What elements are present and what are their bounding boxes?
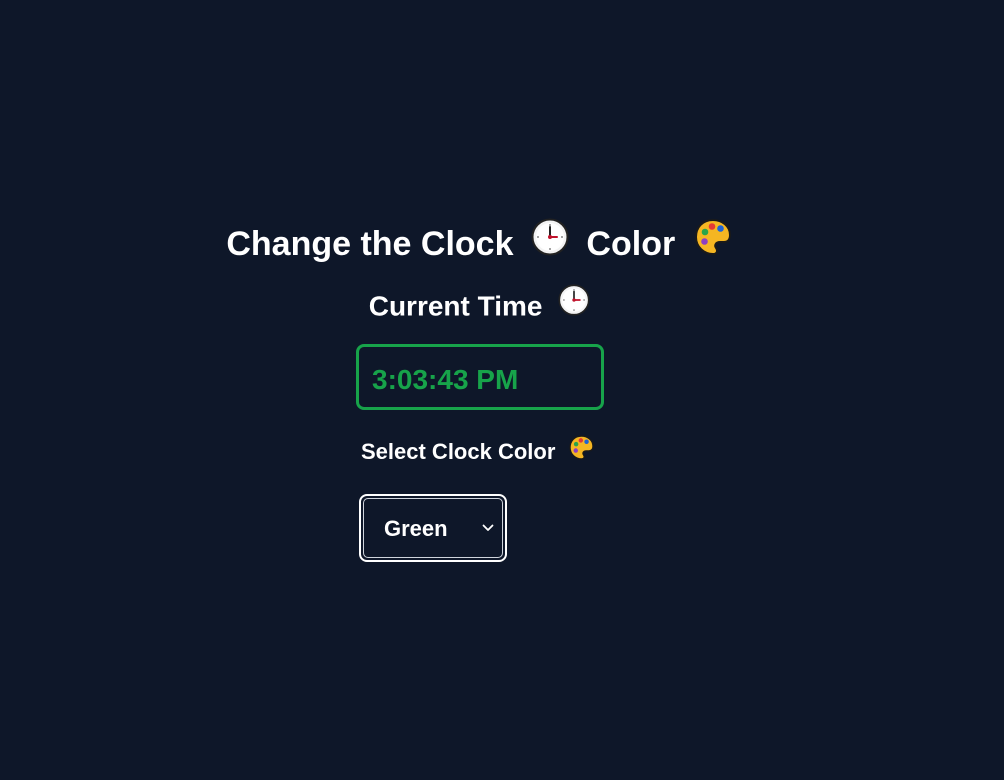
palette-icon — [568, 434, 595, 468]
clock-icon — [531, 218, 569, 268]
palette-icon — [693, 217, 733, 269]
color-select-value: Green — [384, 516, 448, 541]
current-time-heading: Current Time — [0, 284, 959, 329]
title-text-end: Color — [586, 224, 676, 263]
chevron-down-icon — [482, 524, 494, 531]
color-select-box[interactable]: Green — [363, 498, 503, 558]
title-text-start: Change the Clock — [226, 224, 514, 263]
page-title: Change the Clock Color — [0, 217, 959, 272]
clock-time: 3:03:43 PM — [372, 364, 519, 395]
color-select-label-text: Select Clock Color — [361, 438, 556, 464]
color-select[interactable]: Green — [359, 494, 507, 562]
clock-display: 3:03:43 PM — [356, 344, 604, 410]
page: Change the Clock Color Current Time 3:03… — [0, 0, 1004, 780]
color-select-label: Select Clock Color — [361, 434, 595, 470]
current-time-label: Current Time — [368, 290, 543, 322]
clock-icon — [558, 284, 590, 326]
